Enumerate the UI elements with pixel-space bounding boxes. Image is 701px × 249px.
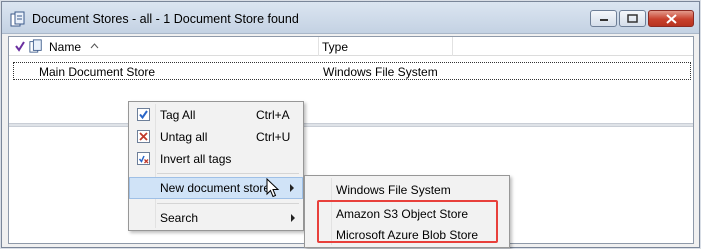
context-menu: Tag All Ctrl+A Untag all Ctrl+U Invert a… [128, 101, 304, 231]
menu-item-label: Invert all tags [160, 152, 232, 166]
menu-item-tag-all[interactable]: Tag All Ctrl+A [129, 104, 303, 126]
maximize-button[interactable] [619, 10, 646, 27]
close-button[interactable] [648, 10, 694, 27]
submenu-arrow-icon [291, 214, 295, 222]
close-icon [665, 13, 677, 24]
invert-tags-icon [137, 152, 150, 165]
column-label-name: Name [49, 40, 82, 54]
window-title: Document Stores - all - 1 Document Store… [32, 12, 299, 26]
title-bar[interactable]: Document Stores - all - 1 Document Store… [2, 2, 699, 34]
document-store-icon [29, 39, 42, 53]
menu-item-shortcut: Ctrl+A [256, 108, 290, 122]
document-store-icon [10, 11, 25, 27]
menu-item-label: New document store [160, 181, 271, 195]
row-type: Windows File System [323, 65, 438, 79]
column-header-name[interactable]: Name [9, 37, 319, 56]
maximize-icon [627, 14, 638, 23]
table-row[interactable]: Main Document Store Windows File System [13, 62, 691, 80]
list-header: Name Type [9, 37, 693, 56]
menu-item-invert-tags[interactable]: Invert all tags [129, 148, 303, 170]
row-name: Main Document Store [39, 65, 156, 79]
annotation-highlight-box [317, 200, 498, 243]
menu-item-label: Tag All [160, 108, 196, 122]
minimize-button[interactable] [590, 10, 617, 27]
mouse-cursor-icon [266, 178, 280, 198]
untag-icon [137, 130, 150, 143]
menu-item-label: Search [160, 211, 199, 225]
sort-ascending-icon [90, 43, 99, 49]
menu-separator [157, 203, 299, 204]
minimize-icon [599, 18, 608, 21]
menu-item-label: Untag all [160, 130, 208, 144]
check-tag-icon [137, 108, 150, 121]
menu-separator [157, 173, 299, 174]
pane-splitter[interactable] [9, 123, 693, 127]
column-label-type: Type [322, 40, 349, 54]
menu-item-untag-all[interactable]: Untag all Ctrl+U [129, 126, 303, 148]
submenu-item-label: Windows File System [336, 183, 451, 197]
submenu-arrow-icon [290, 184, 294, 192]
column-header-type[interactable]: Type [319, 37, 453, 56]
menu-item-search[interactable]: Search [129, 207, 303, 229]
menu-item-shortcut: Ctrl+U [256, 130, 291, 144]
checkmark-icon[interactable] [14, 40, 26, 52]
submenu-item-windows-file-system[interactable]: Windows File System [305, 178, 509, 200]
